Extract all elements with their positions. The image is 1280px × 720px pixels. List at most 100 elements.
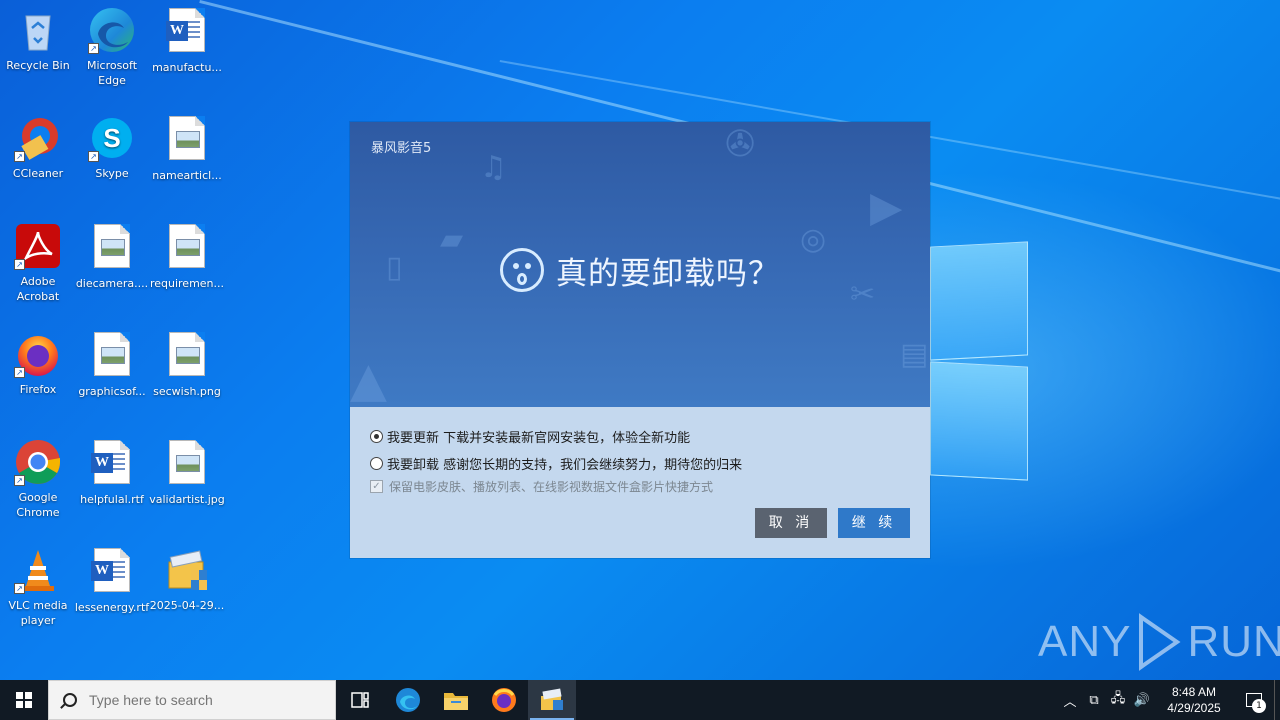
taskbar: ︿ ⧉ 🖧 🔊 8:48 AM 4/29/2025 1 bbox=[0, 680, 1280, 720]
desktop-icon-label: Skype bbox=[95, 167, 129, 180]
desktop-icon-word-doc[interactable]: W lessenergy.rtf bbox=[74, 546, 150, 615]
desktop-icon-label: requiremen... bbox=[149, 277, 225, 290]
clock-date: 4/29/2025 bbox=[1167, 701, 1221, 715]
dialog-title: 暴风影音5 bbox=[371, 141, 432, 156]
taskbar-clock[interactable]: 8:48 AM 4/29/2025 bbox=[1154, 684, 1234, 716]
network-icon[interactable]: 🖧 bbox=[1106, 680, 1130, 720]
keep-data-label: 保留电影皮肤、播放列表、在线影视数据文件盒影片快捷方式 bbox=[389, 480, 714, 494]
desktop-icon-word-doc[interactable]: W helpfulal.rtf bbox=[74, 438, 150, 507]
option-update[interactable]: 我要更新 下载并安装最新官网安装包，体验全新功能 bbox=[370, 427, 690, 446]
show-desktop-button[interactable] bbox=[1274, 680, 1280, 720]
recycle-bin-icon bbox=[14, 6, 62, 54]
continue-button[interactable]: 继 续 bbox=[838, 508, 910, 538]
desktop-icon-label: validartist.jpg bbox=[149, 493, 225, 506]
clapper-icon: ▤ bbox=[900, 337, 929, 372]
dialog-headline: 真的要卸载吗？ bbox=[500, 246, 800, 294]
svg-text:S: S bbox=[103, 123, 120, 153]
desktop-icon-microsoft-edge[interactable]: ↗ Microsoft Edge bbox=[74, 6, 150, 88]
notification-count: 1 bbox=[1252, 699, 1266, 713]
desktop-icon-ccleaner[interactable]: ↗ CCleaner bbox=[0, 114, 76, 181]
desktop-icon-word-doc[interactable]: W manufactu... bbox=[149, 6, 225, 75]
desktop-icon-google-chrome[interactable]: ↗ Google Chrome bbox=[0, 438, 76, 520]
shortcut-arrow-icon: ↗ bbox=[88, 43, 99, 54]
task-view-icon bbox=[351, 692, 369, 708]
desktop-icon-image-file[interactable]: diecamera.... bbox=[74, 222, 150, 291]
desktop-icon-skype[interactable]: S ↗ Skype bbox=[74, 114, 150, 181]
popcorn-icon: ▲ bbox=[350, 352, 387, 407]
taskbar-firefox-button[interactable] bbox=[480, 680, 528, 720]
image-file-icon bbox=[163, 116, 211, 164]
desktop-icon-recycle-bin[interactable]: Recycle Bin bbox=[0, 6, 76, 73]
shortcut-arrow-icon: ↗ bbox=[14, 475, 25, 486]
desktop-icon-adobe-acrobat[interactable]: ↗ Adobe Acrobat bbox=[0, 222, 76, 304]
ccleaner-icon: ↗ bbox=[14, 114, 62, 162]
skype-icon: S ↗ bbox=[88, 114, 136, 162]
radio-update[interactable] bbox=[370, 430, 383, 443]
desktop-icon-image-file[interactable]: secwish.png bbox=[149, 330, 225, 399]
image-file-icon bbox=[88, 224, 136, 272]
watermark-play-icon bbox=[1139, 613, 1181, 671]
desktop-icon-label: Google Chrome bbox=[16, 491, 60, 519]
word-doc-icon: W bbox=[163, 8, 211, 56]
cancel-button[interactable]: 取 消 bbox=[755, 508, 827, 538]
action-center-button[interactable]: 1 bbox=[1234, 680, 1274, 720]
desktop-icon-label: VLC media player bbox=[8, 599, 68, 627]
watermark-left: ANY bbox=[1038, 617, 1132, 666]
taskbar-baofeng-installer-button[interactable] bbox=[528, 680, 576, 720]
dialog-header: 暴风影音5 ✇ ♫ ▶ ▰ ▯ ✂ ◎ ▲ ▤ 真的要卸载吗？ bbox=[350, 122, 930, 407]
desktop-icon-label: helpfulal.rtf bbox=[80, 493, 144, 506]
taskbar-search-box[interactable] bbox=[48, 680, 336, 720]
search-input[interactable] bbox=[89, 692, 309, 708]
ticket-icon: ✂ bbox=[850, 277, 876, 312]
edge-icon bbox=[396, 688, 420, 712]
chevron-up-icon[interactable]: ︿ bbox=[1058, 680, 1082, 720]
uninstall-question: 真的要卸载吗？ bbox=[556, 255, 780, 292]
mobile-icon: ▯ bbox=[386, 250, 403, 285]
taskbar-edge-button[interactable] bbox=[384, 680, 432, 720]
windows-logo-wallpaper bbox=[930, 238, 1030, 481]
desktop-icon-image-file[interactable]: graphicsof... bbox=[74, 330, 150, 399]
desktop-icon-label: Recycle Bin bbox=[6, 59, 70, 72]
volume-icon[interactable]: 🔊 bbox=[1130, 680, 1154, 720]
shortcut-arrow-icon: ↗ bbox=[14, 259, 25, 270]
desktop-icon-label: Adobe Acrobat bbox=[16, 275, 60, 303]
desktop-icon-label: graphicsof... bbox=[78, 385, 146, 398]
acrobat-icon: ↗ bbox=[14, 222, 62, 270]
chrome-icon: ↗ bbox=[14, 438, 62, 486]
desktop-icon-label: 2025-04-29... bbox=[149, 599, 225, 612]
system-tray: ︿ ⧉ 🖧 🔊 8:48 AM 4/29/2025 1 bbox=[1058, 680, 1280, 720]
windows-start-icon bbox=[16, 692, 32, 708]
task-view-button[interactable] bbox=[336, 680, 384, 720]
desktop-icon-firefox[interactable]: ↗ Firefox bbox=[0, 330, 76, 397]
shortcut-arrow-icon: ↗ bbox=[14, 583, 25, 594]
word-doc-icon: W bbox=[88, 440, 136, 488]
desktop-icon-image-file[interactable]: namearticl... bbox=[149, 114, 225, 183]
shortcut-arrow-icon: ↗ bbox=[88, 151, 99, 162]
desktop-icon-vlc[interactable]: ↗ VLC media player bbox=[0, 546, 76, 628]
radio-uninstall[interactable] bbox=[370, 457, 383, 470]
desktop-icon-image-file[interactable]: requiremen... bbox=[149, 222, 225, 291]
installer-icon bbox=[163, 546, 211, 594]
dialog-body: 我要更新 下载并安装最新官网安装包，体验全新功能 我要卸载 感谢您长期的支持，我… bbox=[350, 407, 930, 558]
vlc-icon: ↗ bbox=[14, 546, 62, 594]
meet-now-icon[interactable]: ⧉ bbox=[1082, 680, 1106, 720]
taskbar-file-explorer-button[interactable] bbox=[432, 680, 480, 720]
option-uninstall[interactable]: 我要卸载 感谢您长期的支持，我们会继续努力，期待您的归来 bbox=[370, 454, 742, 473]
desktop-icon-image-file[interactable]: validartist.jpg bbox=[149, 438, 225, 507]
desktop-icon-label: lessenergy.rtf bbox=[74, 601, 150, 614]
desktop-icon-installer[interactable]: 2025-04-29... bbox=[149, 546, 225, 613]
start-button[interactable] bbox=[0, 680, 48, 720]
clock-time: 8:48 AM bbox=[1171, 685, 1217, 699]
film-reel-icon: ✇ bbox=[725, 124, 756, 165]
uninstall-dialog: 暴风影音5 ✇ ♫ ▶ ▰ ▯ ✂ ◎ ▲ ▤ 真的要卸载吗？ 我要更新 下载并… bbox=[350, 122, 930, 558]
option-uninstall-label: 我要卸载 感谢您长期的支持，我们会继续努力，期待您的归来 bbox=[387, 458, 743, 473]
keep-data-checkbox[interactable]: ✓ bbox=[370, 480, 383, 493]
option-keep-data[interactable]: ✓ 保留电影皮肤、播放列表、在线影视数据文件盒影片快捷方式 bbox=[370, 478, 713, 495]
desktop-icon-label: Microsoft Edge bbox=[86, 59, 138, 87]
option-update-label: 我要更新 下载并安装最新官网安装包，体验全新功能 bbox=[387, 431, 691, 446]
desktop-icon-label: CCleaner bbox=[12, 167, 64, 180]
music-note-icon: ♫ bbox=[480, 150, 507, 185]
watermark-right: RUN bbox=[1187, 617, 1280, 666]
firefox-icon bbox=[492, 688, 516, 712]
image-file-icon bbox=[163, 332, 211, 380]
